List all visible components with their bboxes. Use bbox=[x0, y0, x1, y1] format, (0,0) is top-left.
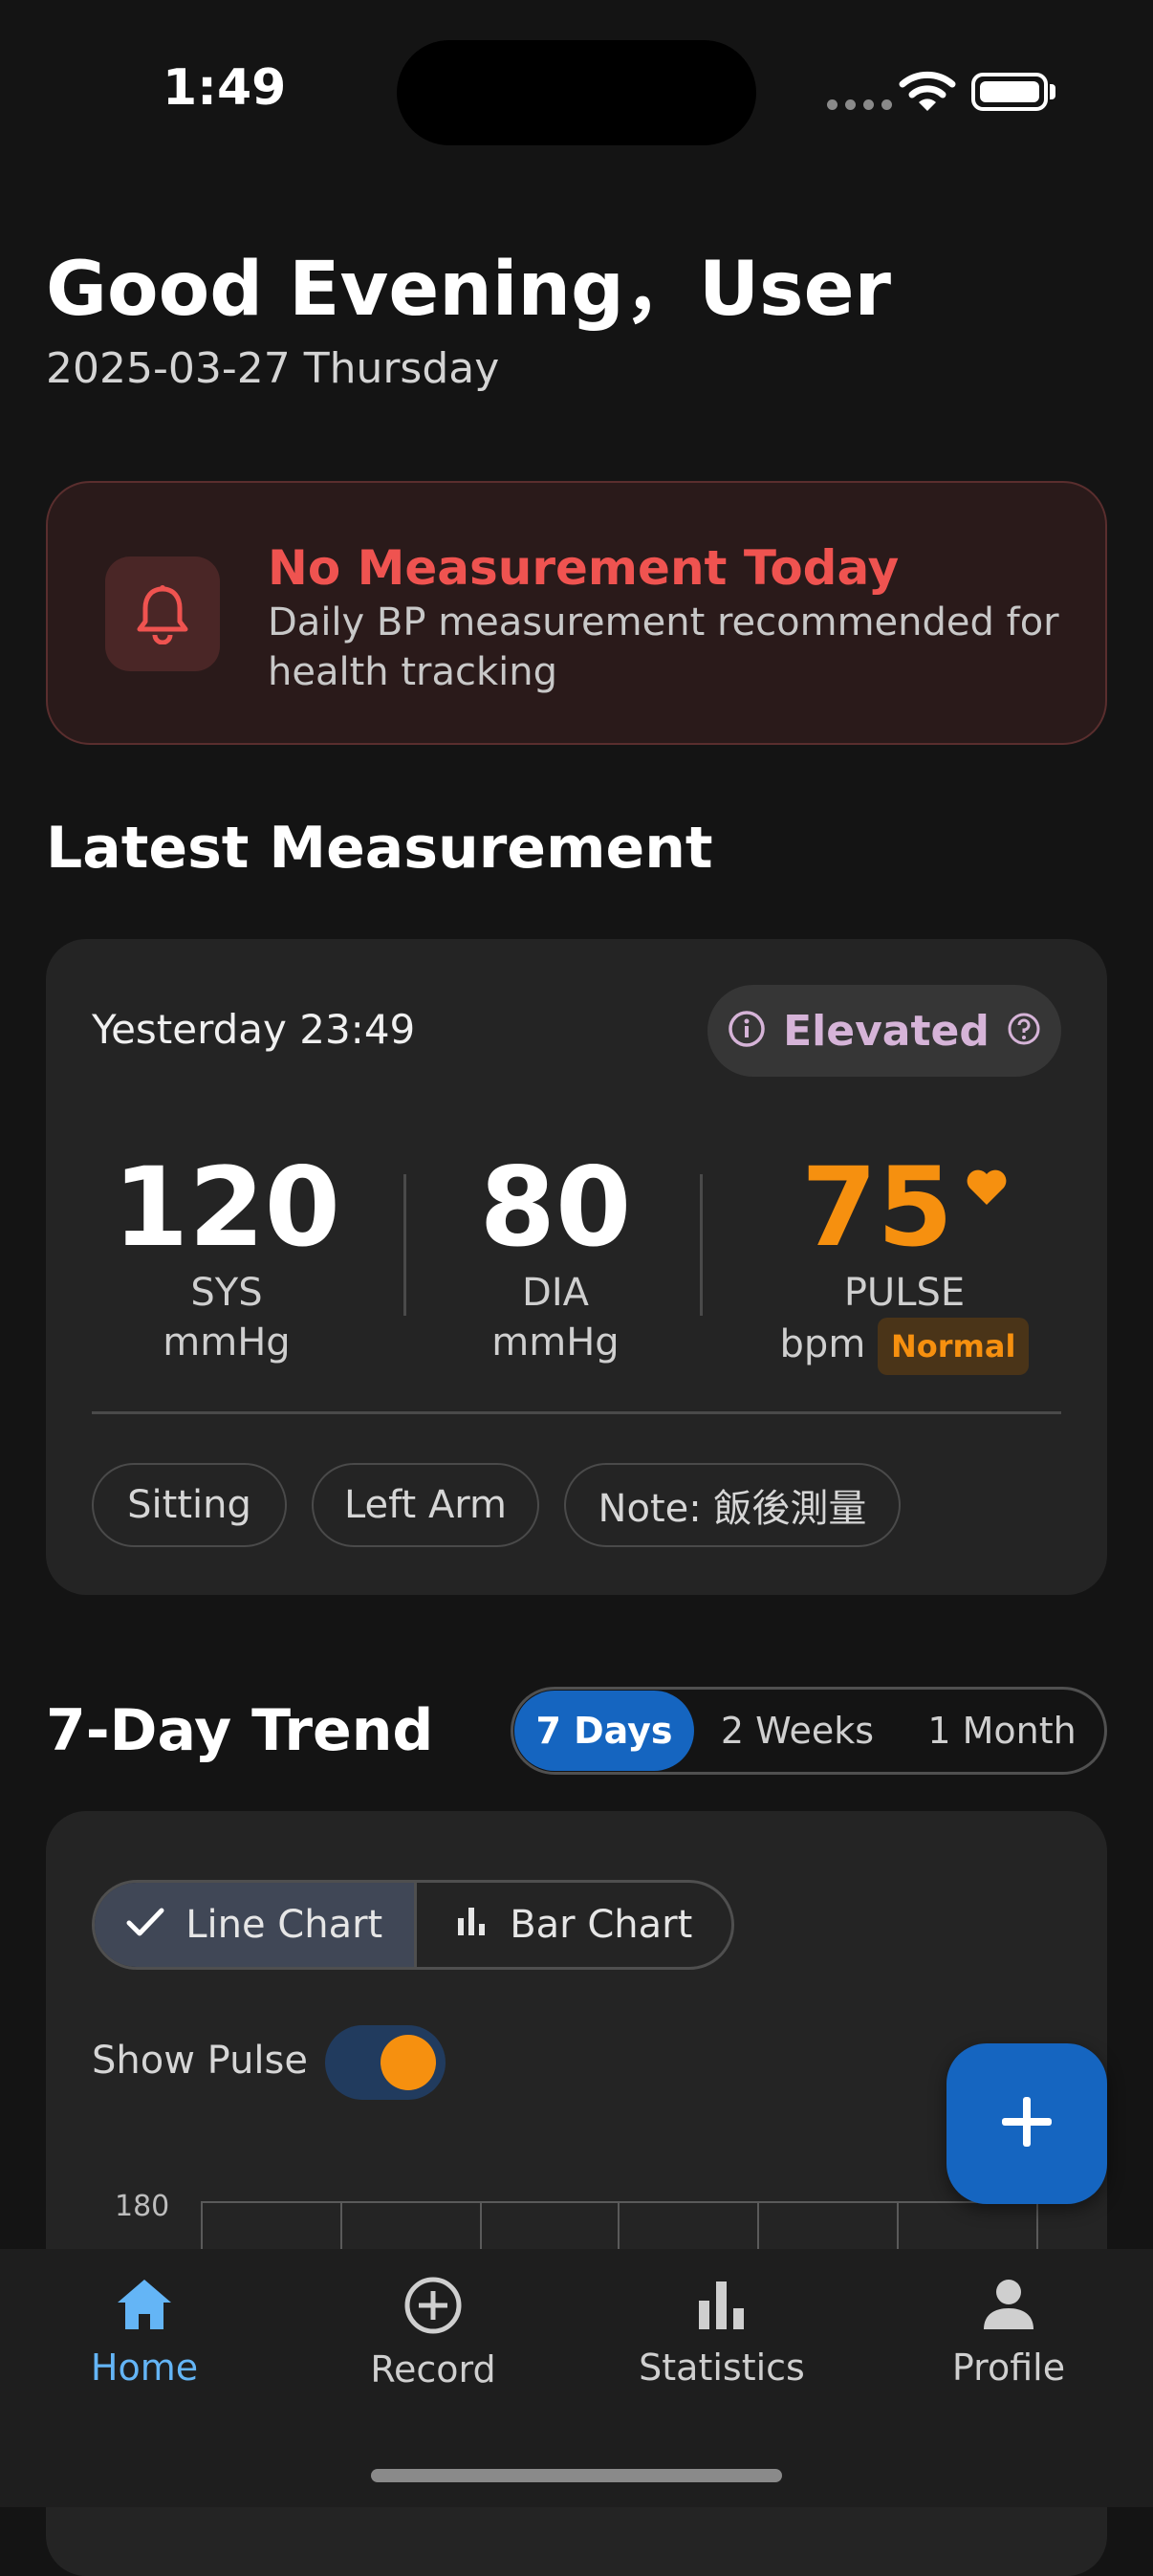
divider bbox=[92, 1411, 1061, 1414]
measurement-time: Yesterday 23:49 bbox=[92, 1006, 416, 1053]
wifi-icon bbox=[899, 69, 956, 117]
check-icon bbox=[126, 1903, 164, 1947]
divider bbox=[403, 1174, 406, 1316]
nav-record-label: Record bbox=[370, 2348, 496, 2390]
battery-nub bbox=[1050, 84, 1055, 99]
add-measurement-button[interactable] bbox=[946, 2043, 1107, 2204]
note-chip: Note: 飯後測量 bbox=[564, 1463, 901, 1547]
dynamic-island bbox=[397, 40, 756, 145]
battery-icon bbox=[971, 73, 1048, 111]
home-icon bbox=[114, 2276, 175, 2337]
sys-unit: mmHg bbox=[163, 1321, 291, 1364]
range-2-weeks[interactable]: 2 Weeks bbox=[707, 1691, 887, 1771]
dia-label: DIA bbox=[522, 1271, 589, 1315]
pulse-status-badge: Normal bbox=[878, 1318, 1030, 1375]
nav-profile[interactable]: Profile bbox=[864, 2276, 1153, 2389]
line-chart-label: Line Chart bbox=[185, 1903, 383, 1947]
chart-gridline bbox=[201, 2201, 1038, 2203]
alert-title: No Measurement Today bbox=[268, 540, 900, 596]
sys-value: 120 bbox=[113, 1144, 340, 1271]
y-axis-tick: 180 bbox=[115, 2190, 170, 2223]
range-1-month[interactable]: 1 Month bbox=[906, 1691, 1098, 1771]
bar-chart-option[interactable]: Bar Chart bbox=[414, 1883, 731, 1967]
chart-type-toggle: Line Chart Bar Chart bbox=[92, 1880, 734, 1970]
nav-record[interactable]: Record bbox=[289, 2276, 577, 2390]
arm-chip: Left Arm bbox=[312, 1463, 539, 1547]
posture-chip: Sitting bbox=[92, 1463, 287, 1547]
bar-chart-label: Bar Chart bbox=[510, 1903, 693, 1947]
bell-icon bbox=[105, 557, 220, 671]
pulse-value: 75 bbox=[801, 1144, 953, 1271]
pulse-unit: bpm bbox=[779, 1322, 866, 1366]
bp-status-label: Elevated bbox=[783, 1006, 990, 1056]
toggle-knob bbox=[381, 2035, 436, 2090]
dia-unit: mmHg bbox=[491, 1321, 620, 1364]
divider bbox=[700, 1174, 703, 1316]
plus-icon bbox=[1000, 2095, 1054, 2152]
nav-statistics[interactable]: Statistics bbox=[577, 2276, 866, 2389]
latest-measurement-heading: Latest Measurement bbox=[46, 815, 713, 882]
info-icon bbox=[728, 1010, 766, 1052]
alert-message: Daily BP measurement recommended for hea… bbox=[268, 600, 1059, 694]
help-icon[interactable] bbox=[1007, 1012, 1041, 1050]
dia-value: 80 bbox=[479, 1144, 632, 1271]
trend-heading: 7-Day Trend bbox=[46, 1697, 434, 1764]
bar-chart-icon bbox=[695, 2276, 749, 2337]
person-icon bbox=[980, 2276, 1037, 2337]
status-time: 1:49 bbox=[163, 59, 287, 117]
sys-label: SYS bbox=[190, 1271, 263, 1315]
nav-statistics-label: Statistics bbox=[639, 2347, 805, 2389]
pulse-unit-row: bpm Normal bbox=[746, 1318, 1063, 1375]
nav-profile-label: Profile bbox=[951, 2347, 1066, 2389]
add-circle-icon bbox=[403, 2276, 463, 2339]
pulse-label: PULSE bbox=[843, 1271, 966, 1315]
greeting-title: Good Evening，User bbox=[46, 247, 891, 333]
range-7-days[interactable]: 7 Days bbox=[514, 1691, 694, 1771]
signal-icon bbox=[827, 99, 892, 110]
nav-home[interactable]: Home bbox=[0, 2276, 289, 2389]
current-date: 2025-03-27 Thursday bbox=[46, 344, 500, 393]
bar-chart-icon bbox=[456, 1903, 489, 1947]
nav-home-label: Home bbox=[90, 2347, 199, 2389]
pulse-value-group: 75 bbox=[746, 1144, 1063, 1271]
bp-status-badge[interactable]: Elevated bbox=[707, 985, 1061, 1077]
heart-icon bbox=[966, 1168, 1008, 1211]
show-pulse-label: Show Pulse bbox=[92, 2039, 308, 2083]
home-indicator bbox=[371, 2469, 782, 2482]
line-chart-option[interactable]: Line Chart bbox=[95, 1883, 415, 1967]
